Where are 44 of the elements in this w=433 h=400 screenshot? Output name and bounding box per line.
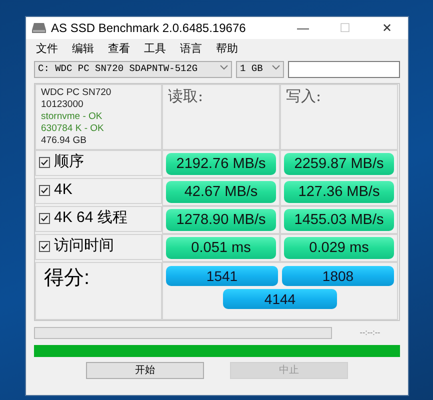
chevron-down-icon [220,65,228,70]
result-value: 42.67 MB/s [166,180,276,202]
minimize-button[interactable]: — [282,19,324,37]
result-value: 2192.76 MB/s [166,152,276,174]
checkbox[interactable] [39,185,50,196]
result-value: 0.051 ms [166,236,276,258]
result-value: 0.029 ms [284,236,394,258]
score-value: 1541 [166,266,278,286]
score-label: 得分: [44,266,90,288]
column-header: 写入: [286,86,322,104]
menu-item[interactable]: 语言 [180,41,202,58]
menu-item[interactable]: 编辑 [72,41,94,58]
test-label: 4K 64 线程 [54,208,128,228]
window-title: AS SSD Benchmark 2.0.6485.19676 [51,20,247,37]
drive-icon [32,23,46,33]
result-value: 127.36 MB/s [284,180,394,202]
checkbox[interactable] [39,241,50,252]
chevron-down-icon [272,65,280,70]
size-dropdown[interactable]: 1 GB [236,60,284,78]
menu-item[interactable]: 工具 [144,41,166,58]
menu-item[interactable]: 帮助 [216,41,238,58]
total-score-value: 4144 [223,288,337,308]
menu-item[interactable]: 文件 [36,41,58,58]
drive-info-text: WDC PC SN720 [41,86,112,98]
drive-info-text: 630784 K - OK [41,122,105,134]
checkbox[interactable] [39,157,50,168]
column-header: 读取: [168,86,204,104]
result-value: 2259.87 MB/s [284,152,394,174]
drive-info-text: 476.94 GB [41,134,88,146]
drive-dropdown[interactable]: C: WDC PC SN720 SDAPNTW-512G [34,60,232,78]
result-value: 1455.03 MB/s [284,208,394,230]
drive-info-text: 10123000 [41,98,84,110]
menu-item[interactable]: 查看 [108,41,130,58]
elapsed-time: --:--:-- [358,326,382,338]
text-field[interactable] [288,60,400,78]
result-value: 1278.90 MB/s [166,208,276,230]
drive-info-text: stornvme - OK [41,110,104,122]
start-button[interactable]: 开始 [86,362,204,378]
checkbox[interactable] [39,213,50,224]
score-value: 1808 [282,266,394,286]
close-button[interactable]: ✕ [366,19,408,37]
test-label: 顺序 [54,152,84,172]
test-label: 4K [54,180,72,200]
test-label: 访问时间 [54,236,114,256]
